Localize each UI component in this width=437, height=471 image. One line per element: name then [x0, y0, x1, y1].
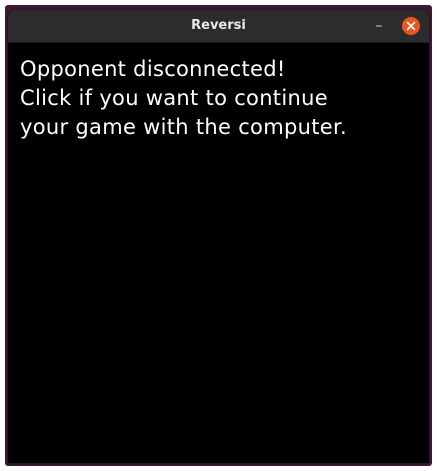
close-button[interactable] — [402, 17, 420, 35]
message-line: your game with the computer. — [20, 115, 347, 139]
minimize-button[interactable]: – — [369, 16, 389, 36]
disconnect-message: Opponent disconnected! Click if you want… — [20, 55, 347, 142]
close-icon — [406, 21, 416, 31]
message-line: Opponent disconnected! — [20, 57, 286, 81]
titlebar[interactable]: Reversi – — [8, 10, 429, 43]
reversi-window: Reversi – Opponent disconnected! Click i… — [8, 10, 429, 463]
window-title: Reversi — [191, 18, 246, 33]
message-line: Click if you want to continue — [20, 86, 328, 110]
game-area[interactable]: Opponent disconnected! Click if you want… — [8, 43, 429, 463]
